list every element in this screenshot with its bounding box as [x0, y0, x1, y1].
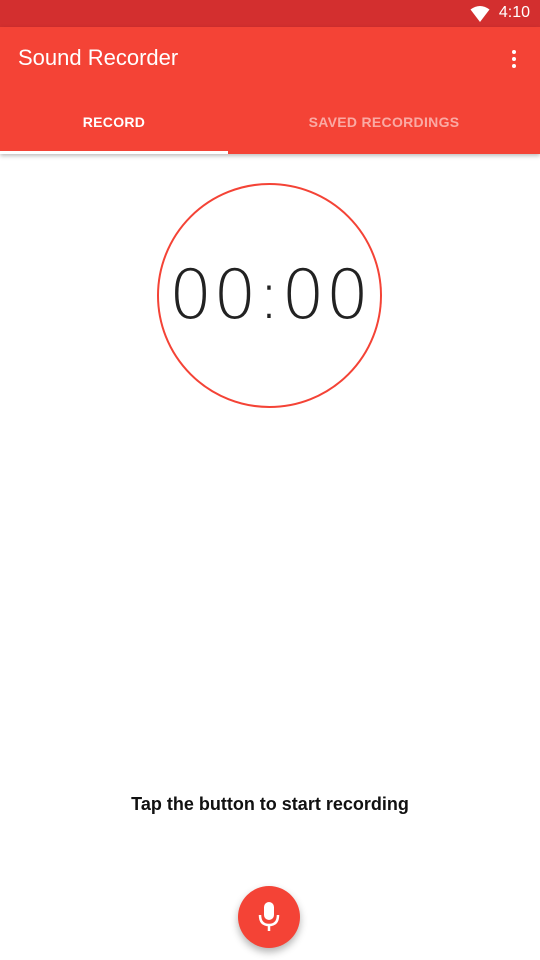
- tab-record[interactable]: RECORD: [0, 95, 228, 154]
- menu-dot: [512, 50, 516, 54]
- tab-indicator: [0, 151, 228, 154]
- tab-saved-recordings[interactable]: SAVED RECORDINGS: [228, 95, 540, 154]
- tab-record-label: RECORD: [82, 113, 146, 130]
- wifi-icon: [470, 6, 490, 22]
- record-hint: Tap the button to start recording: [131, 794, 409, 814]
- app-bar: Sound Recorder RECORD SAVED RECORDINGS: [0, 27, 540, 154]
- timer-circle: 00:00: [157, 183, 382, 408]
- app-title: Sound Recorder: [18, 45, 179, 70]
- sound-recorder-screen: 4:10 Sound Recorder RECORD SAVED RECORDI…: [0, 0, 540, 960]
- timer-display: 00:00: [169, 256, 370, 335]
- menu-dot: [512, 57, 516, 61]
- tab-saved-recordings-label: SAVED RECORDINGS: [308, 113, 460, 130]
- more-vert-icon[interactable]: [502, 45, 526, 73]
- status-bar: 4:10: [0, 0, 540, 27]
- microphone-icon: [258, 902, 280, 931]
- record-button[interactable]: [238, 886, 300, 948]
- status-time: 4:10: [498, 4, 530, 21]
- tab-bar: RECORD SAVED RECORDINGS: [0, 95, 540, 154]
- menu-dot: [512, 64, 516, 68]
